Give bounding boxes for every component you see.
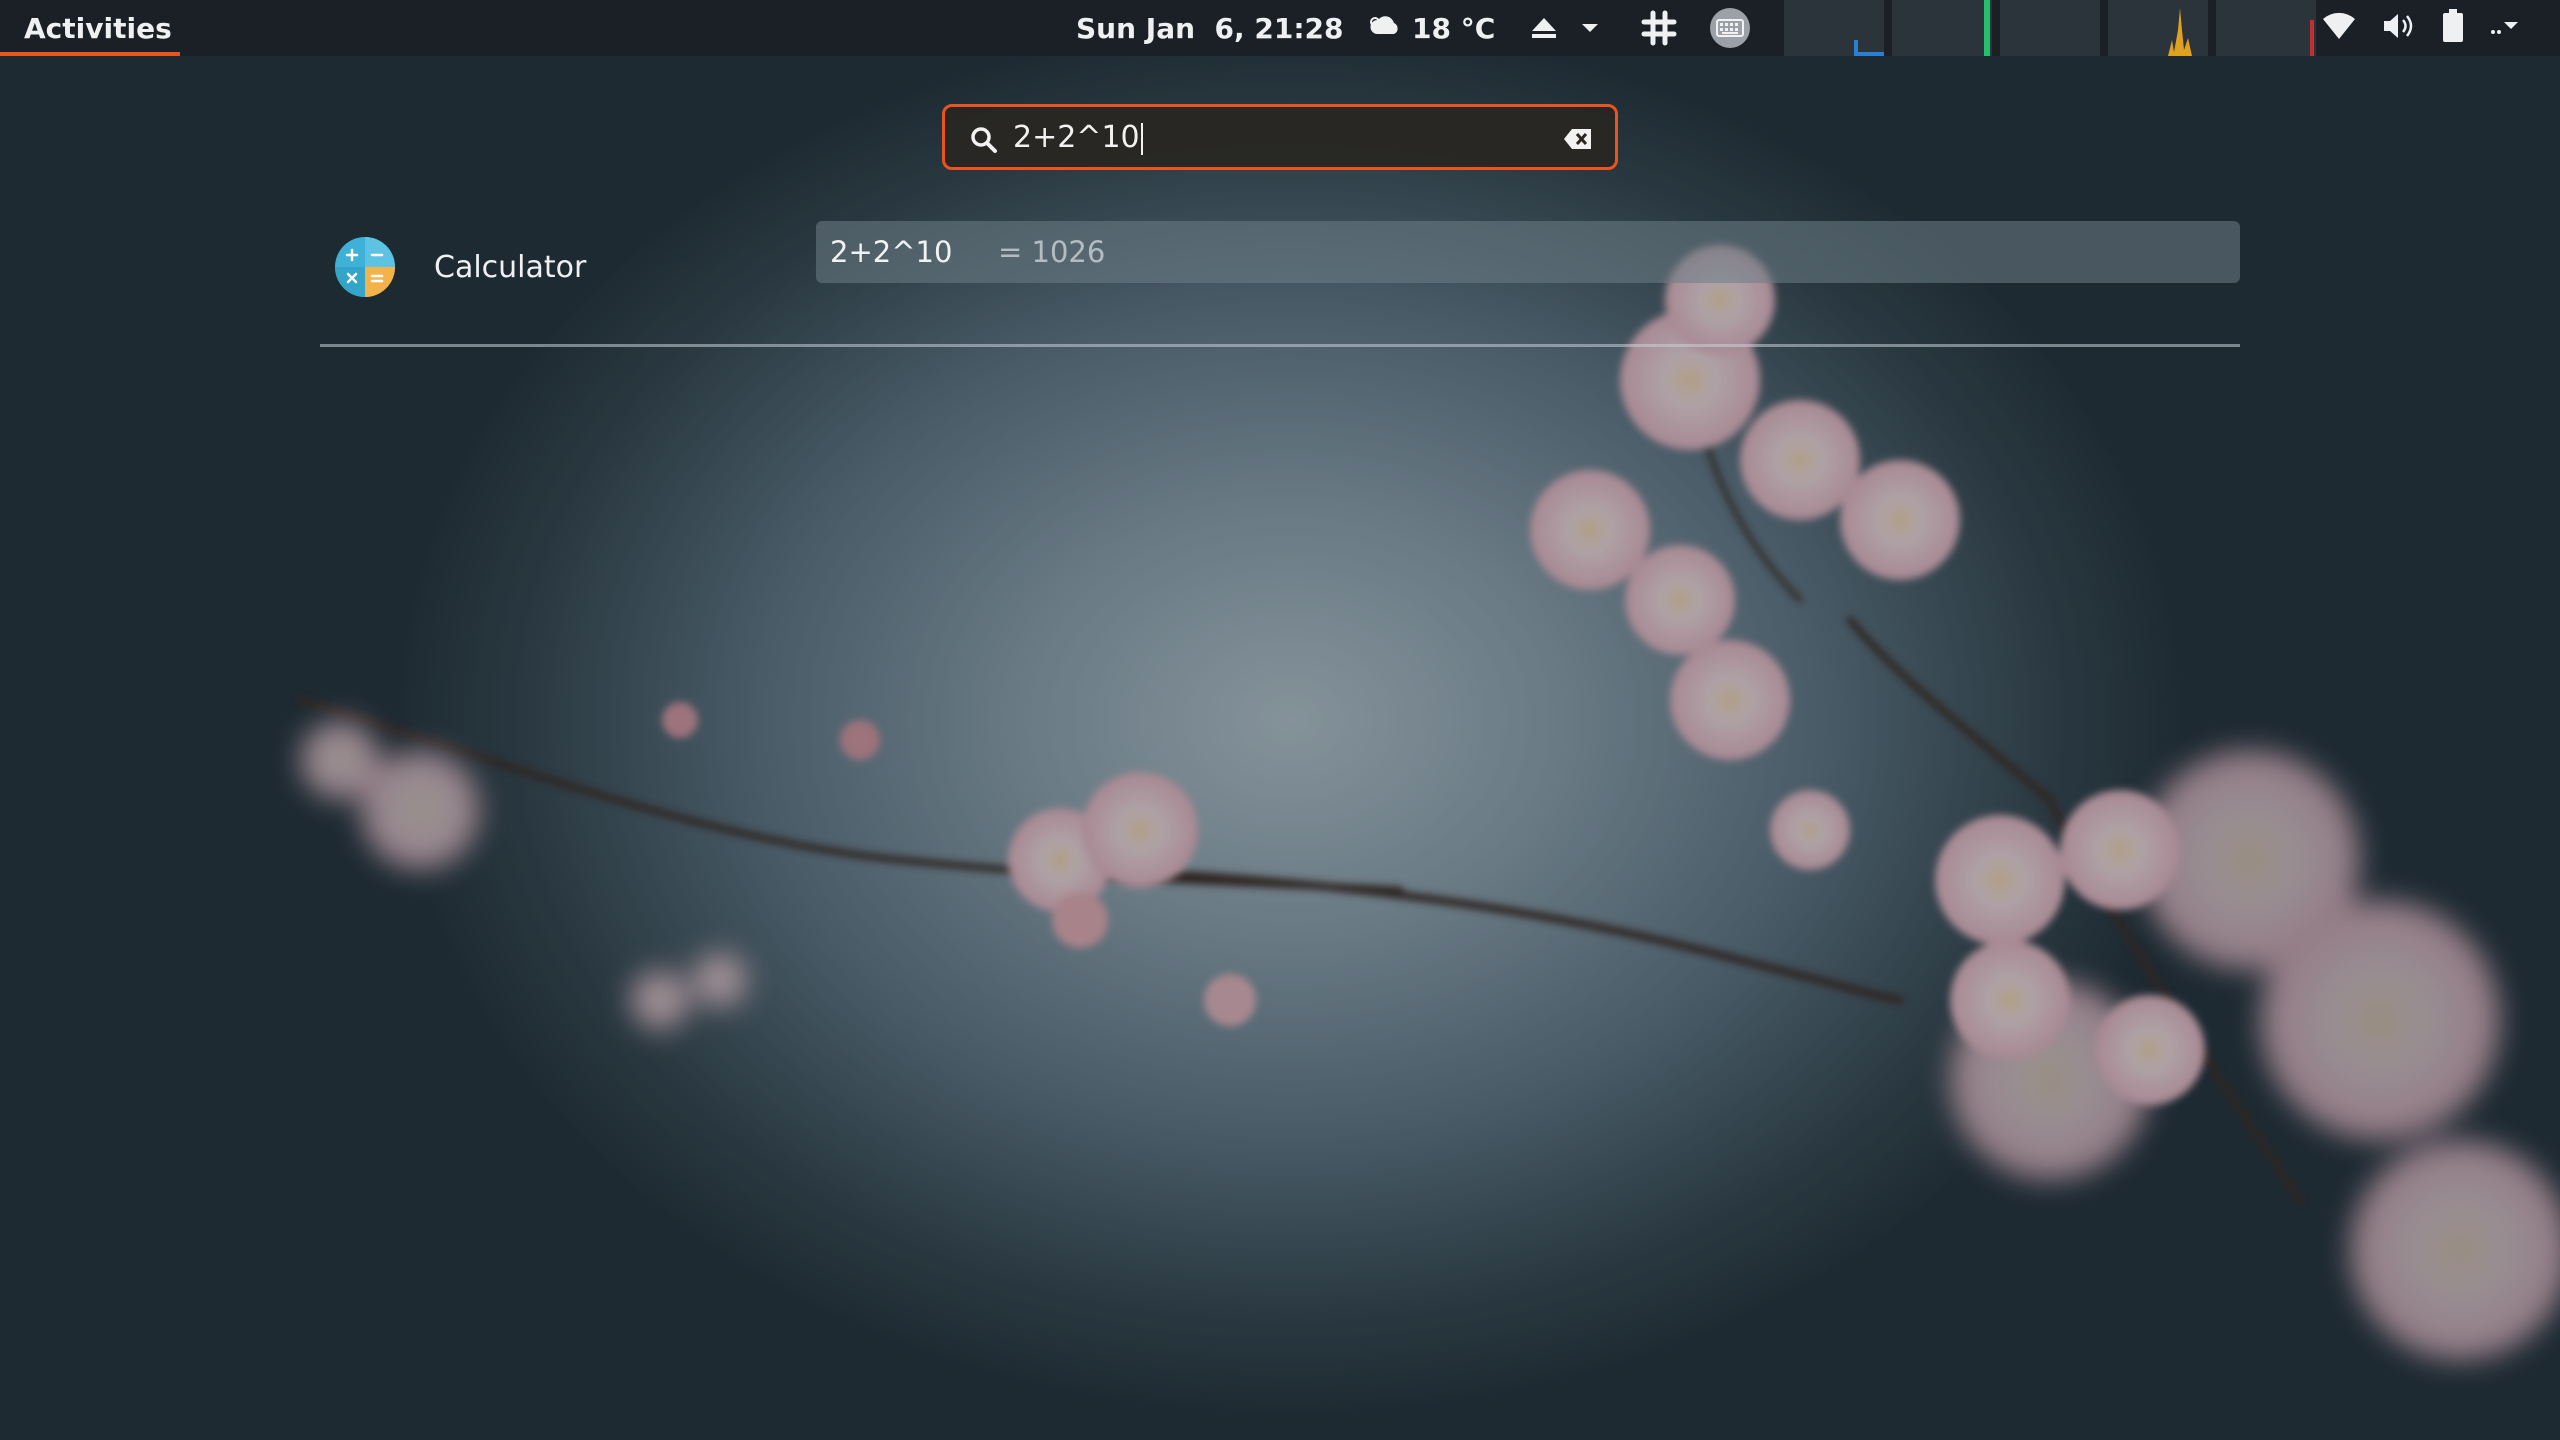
memory-monitor[interactable] (2000, 0, 2100, 56)
date-time-menu[interactable]: Sun Jan 6, 21:28 (1076, 0, 1344, 56)
eject-icon[interactable] (1530, 0, 1558, 56)
swap-monitor[interactable] (2216, 0, 2316, 56)
volume-icon (2382, 11, 2416, 45)
search-icon (969, 125, 999, 159)
clock-label: Sun Jan 6, 21:28 (1076, 11, 1344, 45)
search-query: 2+2^10 (1013, 120, 1143, 155)
weather-indicator[interactable]: 18 °C (1368, 0, 1495, 56)
network-monitor[interactable] (1892, 0, 1992, 56)
calculator-app-result[interactable]: Calculator (334, 236, 586, 298)
cloudy-icon (1368, 12, 1402, 45)
activities-indicator (0, 52, 180, 56)
overview-dim (0, 0, 2560, 1440)
slack-icon[interactable] (1640, 0, 1678, 56)
temperature-label: 18 °C (1412, 11, 1496, 45)
results-separator (320, 344, 2240, 347)
text-cursor (1140, 122, 1143, 155)
system-menu[interactable] (2322, 0, 2520, 56)
calculator-app-label: Calculator (434, 249, 587, 285)
keyboard-icon[interactable] (1708, 0, 1752, 56)
wifi-icon (2322, 11, 2356, 45)
clear-icon[interactable] (1563, 127, 1593, 155)
chevron-down-icon (2490, 16, 2520, 40)
desktop: Activities Sun Jan 6, 21:28 18 °C 2+2^10… (0, 0, 2560, 1440)
calculation-expression: 2+2^10 (830, 235, 953, 269)
activities-button[interactable]: Activities (0, 0, 180, 56)
activities-label: Activities (24, 11, 172, 45)
search-input[interactable]: 2+2^10 (942, 104, 1618, 170)
cpu-monitor[interactable] (1784, 0, 1884, 56)
calculation-answer: = 1026 (998, 235, 1106, 269)
calculation-result[interactable]: 2+2^10 = 1026 (816, 221, 2240, 283)
calculator-icon (334, 236, 396, 298)
disk-monitor[interactable] (2108, 0, 2208, 56)
chevron-down-icon[interactable] (1580, 0, 1600, 56)
battery-icon (2442, 9, 2464, 47)
top-bar: Activities Sun Jan 6, 21:28 18 °C (0, 0, 2560, 56)
